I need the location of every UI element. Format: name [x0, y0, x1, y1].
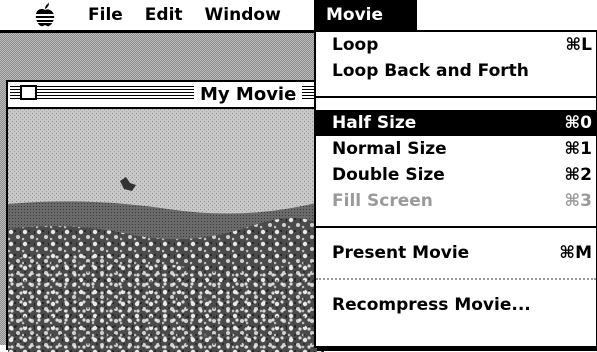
menu-separator [316, 84, 596, 110]
menu-item-half-size[interactable]: Half Size ⌘0 [316, 110, 596, 136]
close-box-icon[interactable] [20, 85, 37, 100]
window-title: My Movie [194, 82, 303, 107]
menu-item-label: Recompress Movie... [332, 295, 531, 315]
menu-item-label: Present Movie [332, 243, 470, 263]
menu-separator [316, 266, 596, 292]
menu-item-shortcut: ⌘3 [564, 191, 592, 211]
menu-file[interactable]: File [88, 5, 123, 25]
menu-item-shortcut: ⌘0 [564, 113, 592, 133]
movie-menu-dropdown: Loop ⌘L Loop Back and Forth Half Size ⌘0… [314, 30, 597, 348]
menu-item-double-size[interactable]: Double Size ⌘2 [316, 162, 596, 188]
menu-window[interactable]: Window [205, 5, 281, 25]
menu-item-label: Loop [332, 35, 379, 55]
menu-item-label: Half Size [332, 113, 417, 133]
menu-item-normal-size[interactable]: Normal Size ⌘1 [316, 136, 596, 162]
menu-item-shortcut: ⌘2 [564, 165, 592, 185]
menu-item-loop[interactable]: Loop ⌘L [316, 32, 596, 58]
window-title-bar[interactable]: My Movie [8, 82, 324, 109]
movie-window: My Movie [6, 80, 326, 352]
menu-item-shortcut: ⌘M [559, 243, 592, 263]
menu-item-label: Double Size [332, 165, 445, 185]
menu-item-recompress-movie[interactable]: Recompress Movie... [316, 292, 596, 318]
menu-separator [316, 214, 596, 240]
menu-bar: File Edit Window Movie [0, 0, 597, 33]
menu-edit[interactable]: Edit [145, 5, 183, 25]
menu-item-fill-screen: Fill Screen ⌘3 [316, 188, 596, 214]
menu-item-shortcut: ⌘1 [564, 139, 592, 159]
menu-movie[interactable]: Movie [314, 0, 417, 30]
menu-item-present-movie[interactable]: Present Movie ⌘M [316, 240, 596, 266]
menu-item-label: Loop Back and Forth [332, 61, 529, 81]
movie-video-frame[interactable] [8, 109, 324, 352]
menu-item-shortcut: ⌘L [565, 35, 592, 55]
apple-logo-icon[interactable] [32, 2, 58, 28]
menu-item-label: Normal Size [332, 139, 447, 159]
menu-item-loop-back-and-forth[interactable]: Loop Back and Forth [316, 58, 596, 84]
menu-item-label: Fill Screen [332, 191, 433, 211]
